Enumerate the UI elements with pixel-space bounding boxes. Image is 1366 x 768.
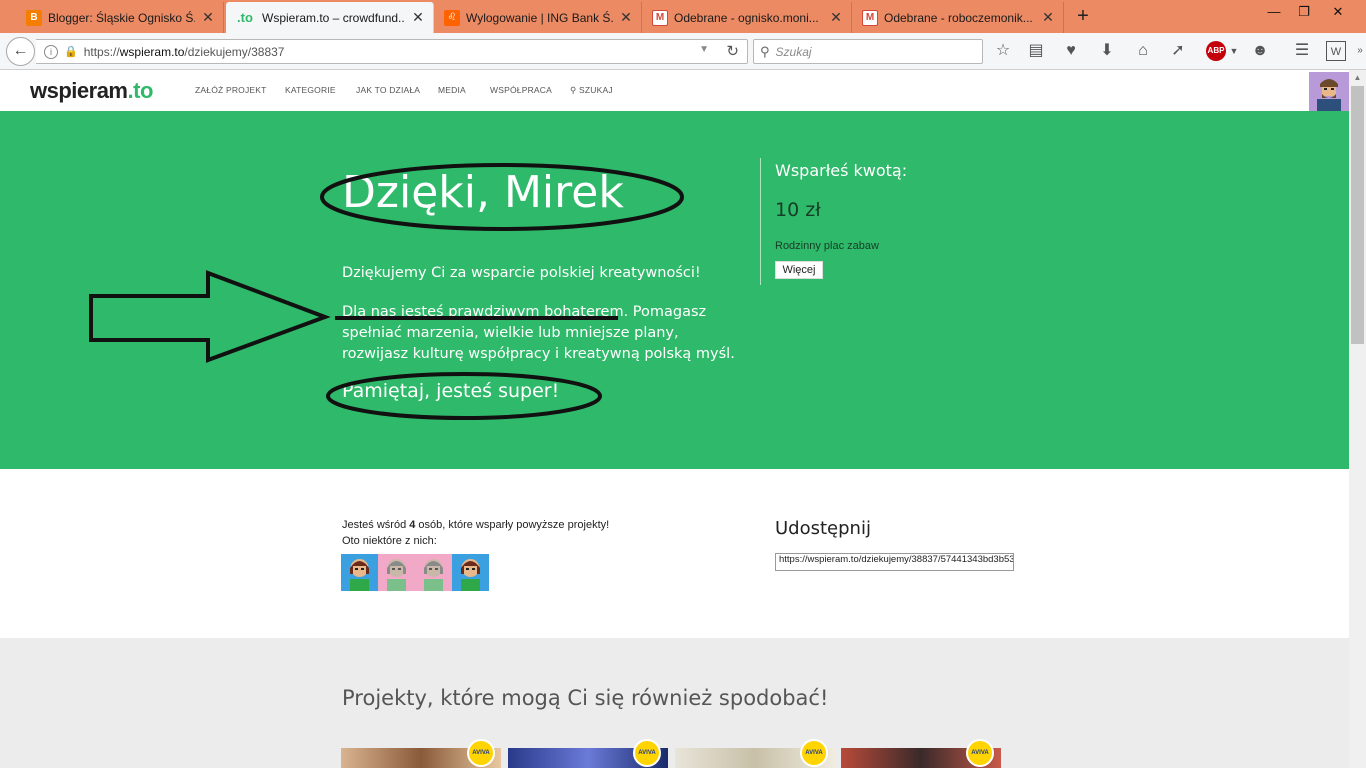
restore-icon[interactable]: ❐ [1292, 2, 1316, 24]
divider [760, 158, 761, 285]
more-button[interactable]: Więcej [775, 261, 823, 279]
reading-list-icon[interactable]: ▤ [1026, 41, 1046, 61]
hero-closing: Pamiętaj, jesteś super! [342, 380, 560, 402]
info-icon[interactable]: i [44, 44, 58, 59]
chevron-down-icon[interactable]: ▼ [699, 44, 709, 55]
page-title: Dzięki, Mirek [342, 167, 624, 218]
reload-icon[interactable]: ↻ [726, 42, 739, 60]
scroll-up-icon[interactable]: ▲ [1349, 70, 1366, 86]
nav-wspolpraca[interactable]: WSPÓŁPRACA [490, 85, 552, 95]
extension-icon[interactable]: W [1326, 41, 1346, 61]
lock-icon[interactable]: 🔒 [64, 45, 78, 58]
supporter-avatar[interactable] [378, 554, 415, 591]
support-label: Wsparłeś kwotą: [775, 161, 908, 180]
close-tab-icon[interactable]: ✕ [201, 9, 215, 26]
thanks-message: Dziękujemy Ci za wsparcie polskiej kreat… [342, 265, 701, 281]
menu-icon[interactable]: ☰ [1292, 41, 1312, 61]
pocket-icon[interactable]: ♥ [1061, 41, 1081, 61]
nav-media[interactable]: MEDIA [438, 85, 466, 95]
close-tab-icon[interactable]: ✕ [411, 9, 425, 26]
download-icon[interactable]: ⬇ [1097, 41, 1117, 61]
share-link-input[interactable]: https://wspieram.to/dziekujemy/38837/574… [775, 553, 1014, 571]
url-prefix: https:// [83, 44, 120, 59]
gmail-icon: M [862, 9, 878, 26]
new-tab-button[interactable]: + [1072, 6, 1094, 28]
support-amount: 10 zł [775, 199, 821, 221]
tab-gmail-1[interactable]: M Odebrane - ognisko.moni... ✕ [644, 2, 852, 33]
close-window-icon[interactable]: ✕ [1326, 2, 1350, 24]
tab-wspieram[interactable]: .to Wspieram.to – crowdfund... ✕ [226, 2, 434, 33]
url-bar[interactable]: i 🔒 https:// wspieram.to /dziekujemy/388… [36, 39, 748, 64]
tab-blogger[interactable]: B Blogger: Śląskie Ognisko Ś... ✕ [18, 2, 224, 33]
search-input[interactable]: ⚲ Szukaj [753, 39, 983, 64]
nav-jak-to-dziala[interactable]: JAK TO DZIAŁA [356, 85, 420, 95]
tab-gmail-2[interactable]: M Odebrane - roboczemonik... ✕ [854, 2, 1064, 33]
close-tab-icon[interactable]: ✕ [829, 9, 843, 26]
browser-tab-strip: B Blogger: Śląskie Ognisko Ś... ✕ .to Ws… [0, 0, 1366, 33]
aviva-badge: AVIVA [966, 739, 994, 767]
hero-message: Dla nas jesteś prawdziwym bohaterem. Pom… [342, 304, 735, 362]
supporter-avatars [341, 554, 489, 591]
scrollbar-thumb[interactable] [1351, 86, 1364, 344]
chevron-down-icon[interactable]: ▼ [1224, 41, 1244, 61]
send-icon[interactable]: ➚ [1168, 41, 1188, 61]
url-host: wspieram.to [119, 44, 185, 59]
close-tab-icon[interactable]: ✕ [619, 9, 633, 26]
recommended-title: Projekty, które mogą Ci się również spod… [342, 686, 829, 710]
smiley-icon[interactable]: ☻ [1250, 41, 1270, 61]
share-title: Udostępnij [775, 518, 871, 539]
nav-kategorie[interactable]: KATEGORIE [285, 85, 336, 95]
minimize-icon[interactable]: — [1262, 2, 1286, 24]
aviva-badge: AVIVA [467, 739, 495, 767]
overflow-icon[interactable]: » [1350, 41, 1366, 61]
home-icon[interactable]: ⌂ [1133, 41, 1153, 61]
supported-project-name: Rodzinny plac zabaw [775, 240, 879, 252]
bookmark-star-icon[interactable]: ☆ [993, 41, 1013, 61]
site-header: wspieram.to ZAŁÓŻ PROJEKT KATEGORIE JAK … [0, 70, 1349, 111]
aviva-badge: AVIVA [633, 739, 661, 767]
nav-zaloz-projekt[interactable]: ZAŁÓŻ PROJEKT [195, 85, 267, 95]
adblock-icon[interactable]: ABP [1206, 41, 1226, 61]
search-icon: ⚲ [760, 43, 770, 59]
browser-navbar: ← i 🔒 https:// wspieram.to /dziekujemy/3… [0, 33, 1366, 70]
ing-lion-icon: ♌ [444, 9, 460, 26]
search-icon: ⚲ [570, 85, 579, 95]
gmail-icon: M [652, 9, 668, 26]
nav-szukaj[interactable]: ⚲ SZUKAJ [570, 85, 613, 96]
aviva-badge: AVIVA [800, 739, 828, 767]
blogger-icon: B [26, 9, 42, 26]
supporter-avatar[interactable] [341, 554, 378, 591]
supporter-avatar[interactable] [415, 554, 452, 591]
site-logo[interactable]: wspieram.to [30, 78, 153, 104]
close-tab-icon[interactable]: ✕ [1041, 9, 1055, 26]
supporters-info: Jesteś wśród 4 osób, które wsparły powyż… [342, 519, 610, 547]
user-avatar[interactable] [1309, 72, 1349, 111]
tab-ing[interactable]: ♌ Wylogowanie | ING Bank Ś... ✕ [436, 2, 642, 33]
thank-you-hero [0, 111, 1349, 469]
supporter-avatar[interactable] [452, 554, 489, 591]
wspieram-icon: .to [237, 10, 253, 25]
url-path: /dziekujemy/38837 [184, 44, 285, 59]
back-button[interactable]: ← [6, 37, 35, 66]
